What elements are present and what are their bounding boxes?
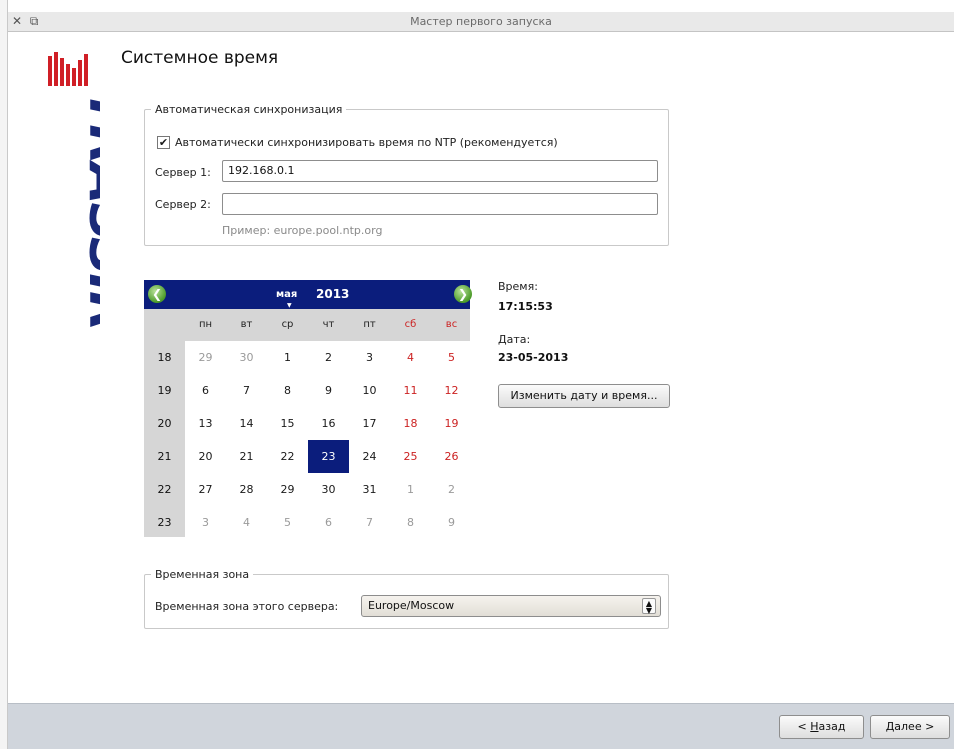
calendar-day[interactable]: 24 — [349, 440, 390, 473]
server1-label: Сервер 1: — [155, 166, 211, 179]
calendar-day[interactable]: 30 — [308, 473, 349, 506]
week-number: 23 — [157, 516, 172, 529]
week-number: 22 — [157, 483, 172, 496]
back-prefix: < — [797, 720, 811, 733]
auto-sync-legend: Автоматическая синхронизация — [155, 103, 343, 116]
calendar-day[interactable]: 17 — [349, 407, 390, 440]
calendar-day[interactable]: 18 — [390, 407, 431, 440]
window-left-edge — [0, 0, 8, 749]
logo-signal-bars-icon — [48, 52, 88, 86]
calendar-day[interactable]: 5 — [267, 506, 308, 539]
weekday-header: вт — [240, 319, 253, 330]
calendar-day[interactable]: 14 — [226, 407, 267, 440]
week-number: 21 — [157, 450, 172, 463]
logo-wordmark: TRASSIR — [78, 90, 100, 330]
calendar-day[interactable]: 30 — [226, 341, 267, 374]
calendar-day[interactable]: 8 — [390, 506, 431, 539]
week-number: 18 — [157, 351, 172, 364]
calendar-day[interactable]: 22 — [267, 440, 308, 473]
ntp-sync-checkbox[interactable]: ✔ — [157, 136, 170, 149]
calendar-day[interactable]: 28 — [226, 473, 267, 506]
ntp-sync-label: Автоматически синхронизировать время по … — [175, 136, 558, 149]
calendar-day[interactable]: 2 — [431, 473, 472, 506]
trassir-logo: TRASSIR — [48, 52, 100, 330]
timezone-legend: Временная зона — [155, 568, 250, 581]
calendar-day[interactable]: 29 — [267, 473, 308, 506]
timezone-label: Временная зона этого сервера: — [155, 600, 339, 613]
weekday-header: сб — [404, 319, 417, 330]
calendar-day[interactable]: 16 — [308, 407, 349, 440]
server1-input[interactable]: 192.168.0.1 — [222, 160, 658, 182]
next-mnemonic: Д — [885, 720, 895, 733]
weekday-header: ср — [281, 319, 294, 330]
calendar-day[interactable]: 4 — [390, 341, 431, 374]
calendar-day[interactable]: 1 — [267, 341, 308, 374]
next-suffix: > — [921, 720, 935, 733]
back-label: азад — [818, 720, 846, 733]
calendar-day[interactable]: 15 — [267, 407, 308, 440]
calendar-grid: пн вт ср чт пт сб вс 18 29 30 1 2 3 4 5 19 6 7 8 9 10 11 12 20 1… — [144, 309, 470, 537]
timezone-value: Europe/Moscow — [368, 599, 455, 612]
calendar-day[interactable]: 4 — [226, 506, 267, 539]
calendar-day[interactable]: 10 — [349, 374, 390, 407]
calendar-day[interactable]: 27 — [185, 473, 226, 506]
calendar-day[interactable]: 6 — [185, 374, 226, 407]
weekday-header: пн — [198, 319, 213, 330]
next-month-arrow-icon[interactable]: ❯ — [454, 285, 472, 303]
calendar-day[interactable]: 5 — [431, 341, 472, 374]
calendar-day-selected[interactable]: 23 — [308, 440, 349, 473]
time-label: Время: — [498, 280, 538, 293]
calendar-day[interactable]: 20 — [185, 440, 226, 473]
timezone-select[interactable]: Europe/Moscow ▲ ▼ — [361, 595, 661, 617]
calendar-header: ❮ мая ▼ 2013 ❯ — [144, 280, 472, 309]
date-label: Дата: — [498, 333, 531, 346]
calendar-day[interactable]: 7 — [349, 506, 390, 539]
back-button[interactable]: < Назад — [779, 715, 864, 739]
calendar-day[interactable]: 11 — [390, 374, 431, 407]
calendar-day[interactable]: 7 — [226, 374, 267, 407]
calendar-day[interactable]: 9 — [431, 506, 472, 539]
ntp-example-hint: Пример: europe.pool.ntp.org — [222, 224, 383, 237]
calendar-day[interactable]: 21 — [226, 440, 267, 473]
calendar-day[interactable]: 3 — [185, 506, 226, 539]
calendar-day[interactable]: 9 — [308, 374, 349, 407]
calendar-year-select[interactable]: 2013 — [316, 287, 349, 301]
calendar-day[interactable]: 13 — [185, 407, 226, 440]
date-value: 23-05-2013 — [498, 351, 569, 364]
week-number: 19 — [157, 384, 172, 397]
updown-arrows-icon: ▲ ▼ — [642, 598, 656, 615]
weekday-header: пт — [363, 319, 376, 330]
calendar-day[interactable]: 3 — [349, 341, 390, 374]
server2-input[interactable] — [222, 193, 658, 215]
calendar-day[interactable]: 29 — [185, 341, 226, 374]
wizard-footer: < Назад Далее > — [8, 703, 954, 749]
week-number: 20 — [157, 417, 172, 430]
calendar-day[interactable]: 31 — [349, 473, 390, 506]
time-value: 17:15:53 — [498, 300, 553, 313]
change-datetime-button[interactable]: Изменить дату и время... — [498, 384, 670, 408]
calendar-day[interactable]: 8 — [267, 374, 308, 407]
calendar-day[interactable]: 26 — [431, 440, 472, 473]
window-titlebar[interactable]: ✕ ⧉ Мастер первого запуска — [8, 12, 954, 32]
calendar-day[interactable]: 25 — [390, 440, 431, 473]
calendar-day[interactable]: 2 — [308, 341, 349, 374]
calendar-month-select[interactable]: мая — [276, 289, 297, 300]
calendar-day[interactable]: 6 — [308, 506, 349, 539]
next-label: алее — [894, 720, 922, 733]
next-button[interactable]: Далее > — [870, 715, 950, 739]
weekday-header: чт — [322, 319, 335, 330]
calendar-day[interactable]: 12 — [431, 374, 472, 407]
calendar-day[interactable]: 1 — [390, 473, 431, 506]
prev-month-arrow-icon[interactable]: ❮ — [148, 285, 166, 303]
page-title: Системное время — [121, 48, 279, 68]
back-mnemonic: Н — [810, 720, 819, 733]
weekday-header: вс — [445, 319, 458, 330]
server2-label: Сервер 2: — [155, 198, 211, 211]
month-dropdown-arrow-icon[interactable]: ▼ — [287, 302, 292, 309]
window-title: Мастер первого запуска — [410, 15, 552, 28]
calendar-day[interactable]: 19 — [431, 407, 472, 440]
